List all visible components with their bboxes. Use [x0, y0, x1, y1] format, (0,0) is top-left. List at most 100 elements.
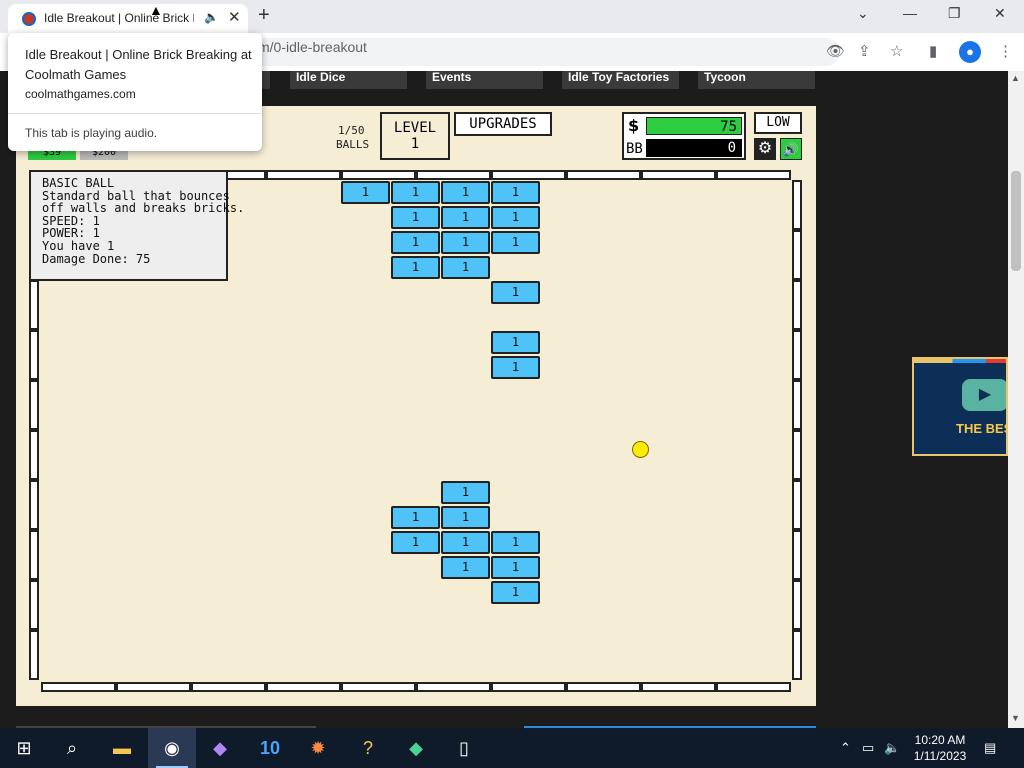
- upgrades-button[interactable]: UPGRADES: [454, 112, 552, 136]
- url-text[interactable]: m/0-idle-breakout: [258, 39, 367, 55]
- share-icon[interactable]: ⇪: [858, 42, 871, 60]
- speaker-icon[interactable]: 🔈: [204, 10, 219, 24]
- tab-hover-card: Idle Breakout | Online Brick Breaking at…: [8, 33, 262, 151]
- clock-time: 10:20 AM: [914, 733, 966, 747]
- wall-segment: [716, 682, 791, 692]
- brick[interactable]: 1: [441, 481, 490, 504]
- tab-title: Idle Breakout | Online Brick Breaking at…: [44, 11, 194, 25]
- wall-segment: [792, 380, 802, 430]
- brick[interactable]: 1: [491, 231, 540, 254]
- play-icon[interactable]: ▶: [962, 379, 1006, 411]
- file-explorer-icon[interactable]: ▬: [98, 728, 146, 768]
- hover-card-domain: coolmathgames.com: [25, 87, 136, 101]
- nav-item-events[interactable]: Events: [426, 71, 543, 89]
- profile-avatar-icon[interactable]: ●: [959, 41, 981, 63]
- clock-date: 1/11/2023: [913, 749, 967, 763]
- brick[interactable]: 1: [491, 581, 540, 604]
- brick[interactable]: 1: [441, 556, 490, 579]
- network-icon[interactable]: ▭: [862, 740, 874, 756]
- brick[interactable]: 1: [491, 556, 540, 579]
- wall-segment: [191, 682, 266, 692]
- wall-segment: [566, 170, 641, 180]
- quality-toggle-button[interactable]: LOW: [754, 112, 802, 134]
- currency-panel: $ 75 BB 0: [622, 112, 746, 160]
- side-panel-icon[interactable]: ▮: [929, 42, 937, 60]
- game-canvas[interactable]: $39 $200 1/50 BALLS LEVEL 1 UPGRADES $ 7…: [16, 106, 816, 706]
- taskbar-clock[interactable]: 10:20 AM 1/11/2023: [900, 732, 980, 764]
- search-icon[interactable]: ⌕: [48, 728, 96, 768]
- wall-segment: [266, 170, 341, 180]
- minimize-button[interactable]: —: [903, 5, 917, 21]
- brick[interactable]: 1: [491, 206, 540, 229]
- menu-kebab-icon[interactable]: ⋮: [998, 42, 1013, 60]
- tray-chevron-icon[interactable]: ⌃: [840, 740, 851, 756]
- nav-item-idle-toy-factories[interactable]: Idle Toy Factories: [562, 71, 679, 89]
- level-display: LEVEL 1: [380, 112, 450, 160]
- brick[interactable]: 1: [391, 231, 440, 254]
- start-windows-icon[interactable]: ⊞: [0, 728, 48, 768]
- nav-item-tycoon[interactable]: Tycoon: [698, 71, 815, 89]
- brick[interactable]: 1: [441, 231, 490, 254]
- scroll-up-icon[interactable]: ▲: [1011, 73, 1020, 83]
- wall-segment: [41, 682, 116, 692]
- mouse-app-icon[interactable]: ▯: [440, 728, 488, 768]
- gear-icon[interactable]: ⚙: [754, 138, 776, 160]
- brick[interactable]: 1: [491, 331, 540, 354]
- wall-segment: [792, 430, 802, 480]
- wall-segment: [29, 430, 39, 480]
- wall-segment: [641, 682, 716, 692]
- page-scrollbar[interactable]: ▲ ▼: [1008, 71, 1024, 728]
- sound-on-icon[interactable]: 🔊: [780, 138, 802, 160]
- ball-description-2: off walls and breaks bricks.: [42, 201, 245, 216]
- balls-label: BALLS: [336, 138, 370, 151]
- nav-item-idle-dice[interactable]: Idle Dice: [290, 71, 407, 89]
- hover-card-audio-status: This tab is playing audio.: [25, 126, 158, 140]
- brick[interactable]: 1: [391, 506, 440, 529]
- dollar-icon: $: [628, 116, 640, 135]
- app-10-icon[interactable]: 10: [246, 728, 294, 768]
- brick[interactable]: 1: [441, 506, 490, 529]
- video-ad[interactable]: ▶ THE BES: [912, 357, 1008, 456]
- web-page: Idle Dice Events Idle Toy Factories Tyco…: [0, 71, 1008, 728]
- brick[interactable]: 1: [491, 181, 540, 204]
- brick[interactable]: 1: [441, 531, 490, 554]
- wall-segment: [566, 682, 641, 692]
- brick[interactable]: 1: [391, 531, 440, 554]
- notification-icon[interactable]: ▤: [984, 740, 996, 756]
- restore-button[interactable]: ❐: [948, 5, 961, 22]
- help-app-icon[interactable]: ?: [344, 728, 392, 768]
- close-window-button[interactable]: ✕: [994, 5, 1006, 22]
- scroll-down-icon[interactable]: ▼: [1011, 713, 1020, 723]
- wall-segment: [29, 480, 39, 530]
- brick[interactable]: 1: [491, 281, 540, 304]
- brick[interactable]: 1: [491, 531, 540, 554]
- wall-segment: [266, 682, 341, 692]
- scroll-thumb[interactable]: [1011, 171, 1021, 271]
- tab-close-icon[interactable]: ✕: [228, 8, 241, 26]
- brick[interactable]: 1: [441, 256, 490, 279]
- visual-studio-icon[interactable]: ◆: [196, 728, 244, 768]
- brick[interactable]: 1: [391, 256, 440, 279]
- brick[interactable]: 1: [391, 181, 440, 204]
- new-tab-button[interactable]: +: [258, 4, 270, 27]
- bookmark-star-icon[interactable]: ☆: [890, 42, 903, 60]
- windows-taskbar: ⊞ ⌕ ▬ ◉ ◆ 10 ✹ ? ◆ ▯ ⌃ ▭ 🔈 10:20 AM 1/11…: [0, 728, 1024, 768]
- volume-icon[interactable]: 🔈: [884, 740, 900, 756]
- visual-studio-green-icon[interactable]: ◆: [392, 728, 440, 768]
- wall-segment: [29, 380, 39, 430]
- tracking-eye-icon[interactable]: 👁: [826, 42, 845, 60]
- settings-app-icon[interactable]: ✹: [294, 728, 342, 768]
- tab-list-button[interactable]: ⌄: [857, 5, 869, 22]
- brick[interactable]: 1: [441, 181, 490, 204]
- bb-value: 0: [646, 139, 742, 157]
- brick[interactable]: 1: [391, 206, 440, 229]
- wall-segment: [792, 480, 802, 530]
- brick[interactable]: 1: [491, 356, 540, 379]
- wall-segment: [792, 180, 802, 230]
- brick[interactable]: 1: [341, 181, 390, 204]
- brick[interactable]: 1: [441, 206, 490, 229]
- chrome-icon[interactable]: ◉: [148, 728, 196, 768]
- wall-segment: [29, 330, 39, 380]
- wall-segment: [29, 530, 39, 580]
- browser-tab[interactable]: Idle Breakout | Online Brick Breaking at…: [8, 4, 248, 33]
